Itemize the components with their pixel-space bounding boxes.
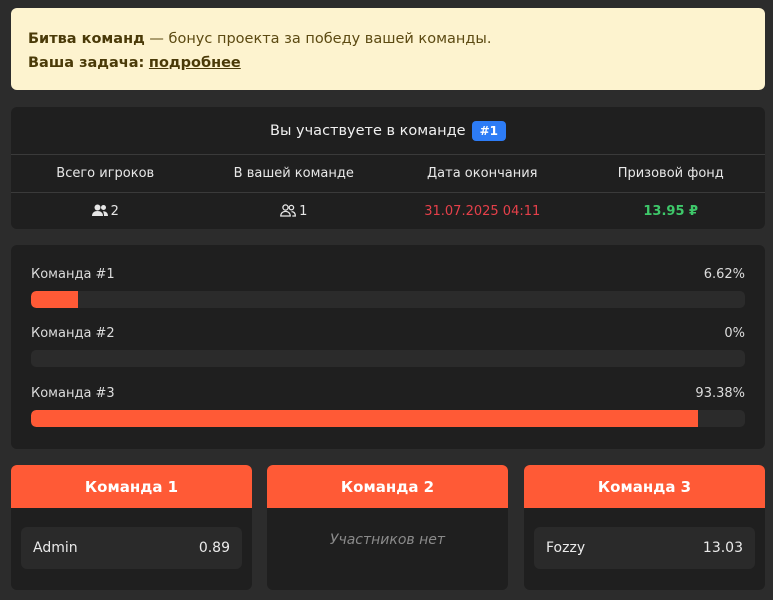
notice-line-2: Ваша задача: подробнее — [28, 51, 748, 75]
stats-labels-row: Всего игроков В вашей команде Дата оконч… — [11, 155, 765, 193]
progress-percent: 93.38% — [695, 386, 745, 401]
total-players-value: 2 — [110, 204, 119, 219]
progress-team-3: Команда #3 93.38% — [31, 386, 745, 427]
label-prize-fund: Призовой фонд — [617, 166, 724, 181]
member-value: 13.03 — [702, 540, 743, 556]
progress-label: Команда #3 — [31, 386, 115, 401]
users-filled-icon — [91, 204, 108, 216]
team-card-title: Команда 1 — [11, 465, 252, 508]
team-card-3: Команда 3 Fozzy 13.03 — [524, 465, 765, 590]
in-team-cell: 1 — [200, 204, 389, 219]
team-card-title: Команда 3 — [524, 465, 765, 508]
team-progress-card: Команда #1 6.62% Команда #2 0% Команда #… — [11, 245, 765, 449]
member-name: Admin — [33, 540, 78, 556]
label-total-players: Всего игроков — [56, 166, 155, 181]
notice-text: — бонус проекта за победу вашей команды. — [144, 31, 492, 47]
team-info-heading: Вы участвуете в команде #1 — [11, 107, 765, 155]
progress-track — [31, 350, 745, 367]
task-label: Ваша задача: — [28, 55, 145, 71]
details-link[interactable]: подробнее — [149, 55, 241, 71]
progress-fill — [31, 291, 79, 308]
notice-line-1: Битва команд — бонус проекта за победу в… — [28, 27, 748, 51]
team-card-title: Команда 2 — [267, 465, 508, 508]
end-date-value: 31.07.2025 04:11 — [424, 204, 541, 219]
progress-percent: 0% — [724, 326, 745, 341]
progress-track — [31, 410, 745, 427]
member-row: Admin 0.89 — [21, 527, 242, 569]
team-card-2: Команда 2 Участников нет — [267, 465, 508, 590]
member-row: Fozzy 13.03 — [534, 527, 755, 569]
progress-percent: 6.62% — [703, 267, 745, 282]
notice-title: Битва команд — [28, 31, 145, 47]
team-card-1: Команда 1 Admin 0.89 — [11, 465, 252, 590]
team-battle-notice: Битва команд — бонус проекта за победу в… — [11, 8, 765, 90]
team-number-badge: #1 — [471, 120, 506, 141]
progress-team-2: Команда #2 0% — [31, 326, 745, 367]
prize-fund-value: 13.95 ₽ — [643, 204, 699, 219]
label-end-date: Дата окончания — [427, 166, 538, 181]
progress-label: Команда #2 — [31, 326, 115, 341]
in-team-value: 1 — [299, 204, 308, 219]
team-heading-text: Вы участвуете в команде — [270, 122, 466, 139]
team-info-card: Вы участвуете в команде #1 Всего игроков… — [11, 107, 765, 229]
stats-values-row: 2 1 31.07.2025 04:11 13.95 ₽ — [11, 193, 765, 229]
label-in-your-team: В вашей команде — [233, 166, 354, 181]
total-players-cell: 2 — [11, 204, 200, 219]
member-value: 0.89 — [198, 540, 230, 556]
progress-team-1: Команда #1 6.62% — [31, 267, 745, 308]
member-name: Fozzy — [546, 540, 586, 556]
progress-label: Команда #1 — [31, 267, 115, 282]
no-members-text: Участников нет — [329, 532, 446, 548]
progress-fill — [31, 410, 698, 427]
progress-track — [31, 291, 745, 308]
users-outline-icon — [280, 204, 297, 217]
